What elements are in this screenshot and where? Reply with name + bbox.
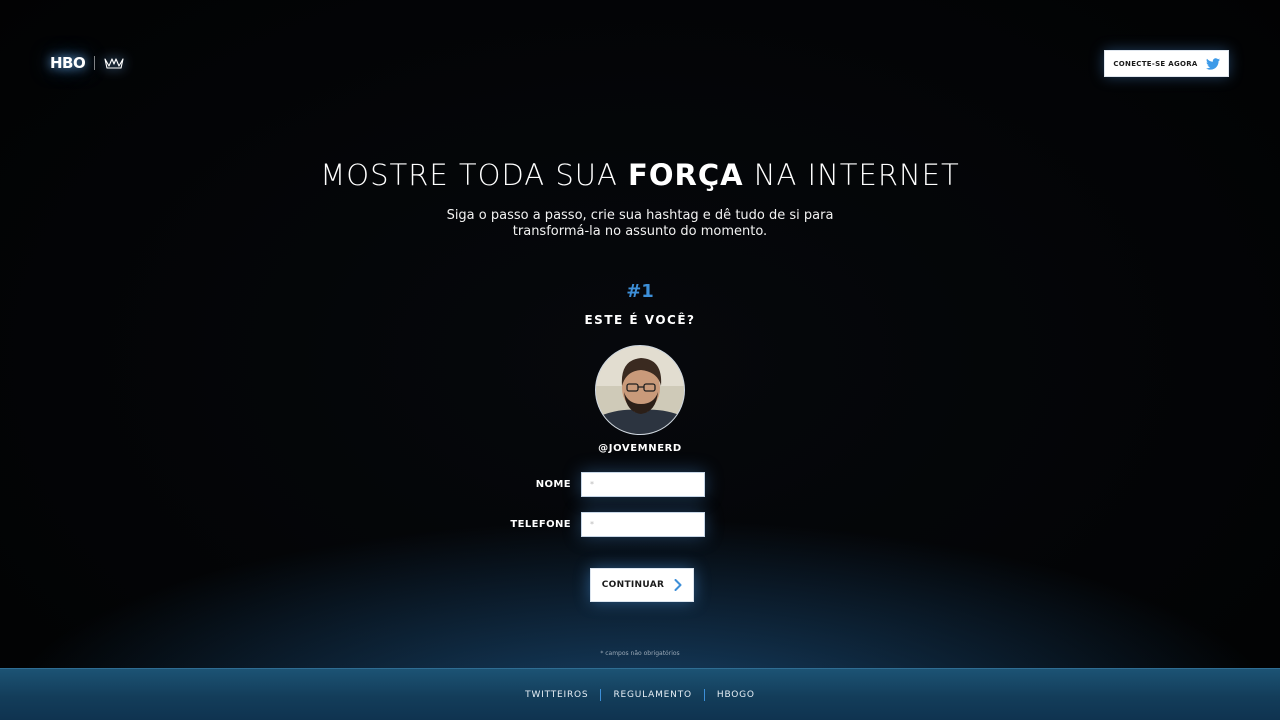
headline-bold: FORÇA — [628, 158, 744, 192]
nome-label: NOME — [535, 479, 571, 490]
footer-nav: TWITTEIROS REGULAMENTO HBOGO — [0, 668, 1280, 720]
step-question: ESTE É VOCÊ? — [584, 313, 696, 327]
footer-link-hbogo[interactable]: HBOGO — [717, 690, 755, 700]
footer-divider — [600, 688, 602, 701]
headline-pre: MOSTRE TODA SUA — [320, 158, 629, 192]
footer-link-regulamento[interactable]: REGULAMENTO — [613, 690, 691, 700]
continue-label: CONTINUAR — [601, 580, 665, 590]
telefone-label: TELEFONE — [510, 519, 571, 530]
hbo-logo-text: HBO — [50, 54, 86, 72]
required-fields-note: * campos não obrigatórios — [600, 650, 680, 657]
footer-link-twitteiros[interactable]: TWITTEIROS — [525, 690, 588, 700]
connect-label: CONECTE-SE AGORA — [1113, 59, 1198, 68]
crown-icon — [104, 58, 124, 69]
headline-post: NA INTERNET — [743, 158, 960, 192]
page-subtitle: Siga o passo a passo, crie sua hashtag e… — [446, 208, 834, 239]
user-handle: @JOVEMNERD — [598, 443, 682, 454]
logo-divider — [94, 56, 96, 70]
twitter-bird-icon — [1205, 57, 1220, 70]
connect-twitter-button[interactable]: CONECTE-SE AGORA — [1104, 50, 1229, 77]
footer-divider — [703, 688, 705, 701]
hbo-logo[interactable]: HBO — [50, 52, 124, 74]
telefone-input[interactable] — [581, 512, 705, 537]
header: HBO CONECTE-SE AGORA — [0, 0, 1280, 120]
continue-button[interactable]: CONTINUAR — [590, 568, 694, 602]
page-headline: MOSTRE TODA SUA FORÇA NA INTERNET — [0, 158, 1280, 192]
profile-avatar — [595, 345, 685, 435]
avatar-image — [596, 346, 684, 434]
step-number: #1 — [626, 281, 654, 302]
chevron-right-icon — [674, 579, 682, 591]
nome-input[interactable] — [581, 472, 705, 497]
